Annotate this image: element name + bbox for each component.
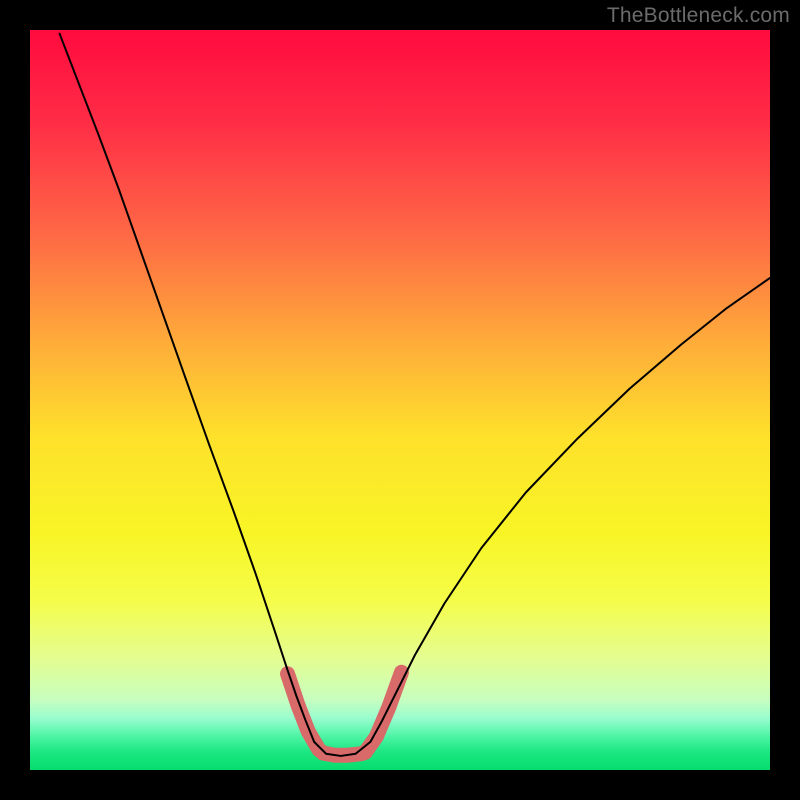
chart-frame: TheBottleneck.com	[0, 0, 800, 800]
bottleneck-chart	[0, 0, 800, 800]
watermark-text: TheBottleneck.com	[607, 4, 790, 28]
plot-background	[30, 30, 770, 770]
